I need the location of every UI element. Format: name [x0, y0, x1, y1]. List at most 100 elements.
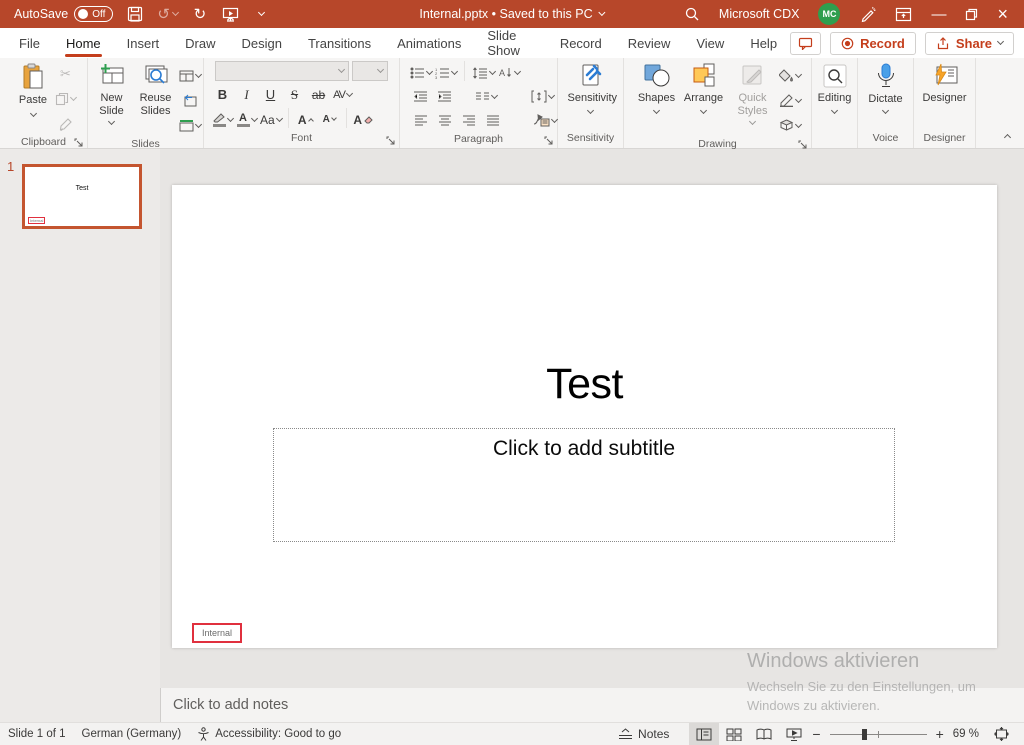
reading-view-button[interactable]	[749, 723, 779, 745]
change-case-button[interactable]: Aa	[260, 108, 282, 131]
zoom-slider[interactable]	[830, 723, 927, 745]
tab-design[interactable]: Design	[229, 28, 295, 58]
tab-record[interactable]: Record	[547, 28, 615, 58]
slideshow-view-button[interactable]	[779, 723, 809, 745]
ribbon-display-options-icon[interactable]	[895, 7, 912, 22]
italic-button[interactable]: I	[236, 83, 257, 106]
slide-layout-icon[interactable]	[179, 64, 201, 87]
cut-icon[interactable]: ✂	[55, 62, 76, 85]
character-spacing-button[interactable]: AV	[332, 83, 353, 106]
new-slide-button[interactable]: New Slide	[91, 61, 133, 137]
document-title[interactable]: Internal.pptx • Saved to this PC	[419, 7, 604, 21]
designer-button[interactable]: Designer	[917, 61, 973, 131]
customize-qat-chevron-icon[interactable]	[253, 3, 271, 25]
shape-fill-icon[interactable]	[779, 64, 801, 87]
restore-button[interactable]	[965, 8, 978, 21]
strikethrough-ab-button[interactable]: ab	[308, 83, 329, 106]
paragraph-dialog-launcher-icon[interactable]	[544, 136, 553, 145]
decrease-font-size-button[interactable]: A	[319, 108, 340, 131]
reuse-slides-button[interactable]: Reuse Slides	[135, 61, 177, 137]
slide-title-text[interactable]: Test	[172, 360, 997, 409]
bold-button[interactable]: B	[212, 83, 233, 106]
copy-icon[interactable]	[55, 87, 76, 110]
section-icon[interactable]	[179, 114, 201, 137]
bullets-button[interactable]	[410, 61, 432, 84]
tab-home[interactable]: Home	[53, 28, 114, 58]
columns-button[interactable]	[475, 85, 497, 108]
font-size-select[interactable]	[352, 61, 388, 81]
numbering-button[interactable]: 123	[435, 61, 457, 84]
slide-editor[interactable]: Test Click to add subtitle Internal	[172, 185, 997, 648]
align-left-button[interactable]	[410, 109, 431, 132]
zoom-out-button[interactable]: −	[809, 726, 823, 742]
autosave-switch[interactable]: Off	[74, 6, 113, 22]
minimize-button[interactable]: —	[931, 7, 946, 22]
notes-pane[interactable]: Click to add notes	[160, 688, 1024, 722]
decrease-indent-button[interactable]	[410, 85, 431, 108]
underline-button[interactable]: U	[260, 83, 281, 106]
strikethrough-button[interactable]: S	[284, 83, 305, 106]
account-name[interactable]: Microsoft CDX	[719, 7, 800, 21]
font-name-select[interactable]	[215, 61, 349, 81]
undo-icon[interactable]: ↺	[157, 3, 178, 25]
line-spacing-button[interactable]	[472, 61, 495, 84]
start-slideshow-icon[interactable]	[222, 3, 240, 25]
save-icon[interactable]	[126, 3, 144, 25]
arrange-button[interactable]: Arrange	[681, 61, 727, 137]
zoom-slider-handle[interactable]	[862, 729, 867, 740]
align-text-button[interactable]	[531, 85, 554, 108]
tab-file[interactable]: File	[6, 28, 53, 58]
subtitle-placeholder[interactable]: Click to add subtitle	[273, 428, 895, 542]
shape-effects-icon[interactable]	[779, 114, 801, 137]
collapse-ribbon-icon[interactable]	[1004, 134, 1011, 141]
format-painter-icon[interactable]	[55, 112, 76, 135]
record-button[interactable]: Record	[830, 32, 916, 55]
ink-pen-icon[interactable]	[859, 6, 876, 23]
tab-animations[interactable]: Animations	[384, 28, 474, 58]
increase-font-size-button[interactable]: A	[295, 108, 316, 131]
normal-view-button[interactable]	[689, 723, 719, 745]
editing-button[interactable]: Editing	[813, 61, 857, 131]
sensitivity-button[interactable]: Sensitivity	[562, 61, 620, 131]
close-button[interactable]: ×	[997, 5, 1008, 23]
language-status[interactable]: German (Germany)	[82, 728, 182, 740]
fit-slide-to-window-button[interactable]	[987, 723, 1016, 745]
drawing-dialog-launcher-icon[interactable]	[798, 140, 807, 149]
redo-icon[interactable]: ↻	[191, 3, 209, 25]
comments-button[interactable]	[790, 32, 821, 55]
align-right-button[interactable]	[458, 109, 479, 132]
text-highlight-button[interactable]	[212, 108, 233, 131]
zoom-in-button[interactable]: +	[933, 726, 947, 742]
search-icon[interactable]	[684, 6, 700, 22]
tab-help[interactable]: Help	[737, 28, 790, 58]
accessibility-status[interactable]: Accessibility: Good to go	[197, 727, 341, 741]
increase-indent-button[interactable]	[434, 85, 455, 108]
tab-view[interactable]: View	[683, 28, 737, 58]
quick-styles-button[interactable]: Quick Styles	[729, 61, 777, 137]
share-button[interactable]: Share	[925, 32, 1014, 55]
clipboard-dialog-launcher-icon[interactable]	[74, 138, 83, 147]
notes-toggle-button[interactable]: Notes	[618, 727, 669, 741]
autosave-toggle[interactable]: AutoSave Off	[14, 6, 113, 22]
slide-thumbnail[interactable]: Test Internal	[22, 164, 142, 229]
tab-transitions[interactable]: Transitions	[295, 28, 384, 58]
font-dialog-launcher-icon[interactable]	[386, 136, 395, 145]
tab-review[interactable]: Review	[615, 28, 684, 58]
slide-count-status[interactable]: Slide 1 of 1	[8, 728, 66, 740]
tab-draw[interactable]: Draw	[172, 28, 228, 58]
shape-outline-icon[interactable]	[779, 89, 801, 112]
font-color-button[interactable]: A	[236, 108, 257, 131]
avatar[interactable]: MC	[818, 3, 840, 25]
tab-slide-show[interactable]: Slide Show	[474, 28, 546, 58]
justify-button[interactable]	[482, 109, 503, 132]
shapes-button[interactable]: Shapes	[635, 61, 679, 137]
text-direction-button[interactable]: A	[498, 61, 520, 84]
slide-sorter-view-button[interactable]	[719, 723, 749, 745]
zoom-percentage[interactable]: 69 %	[953, 728, 979, 740]
dictate-button[interactable]: Dictate	[862, 61, 910, 131]
reset-slide-icon[interactable]	[179, 89, 201, 112]
align-center-button[interactable]	[434, 109, 455, 132]
tab-insert[interactable]: Insert	[114, 28, 173, 58]
convert-to-smartart-button[interactable]	[533, 109, 557, 132]
paste-button[interactable]: Paste	[11, 61, 55, 135]
